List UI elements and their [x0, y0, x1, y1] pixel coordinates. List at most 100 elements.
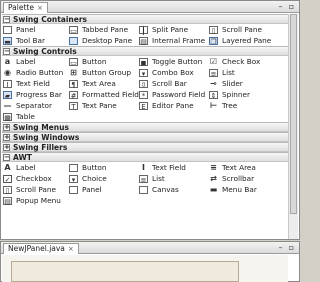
palette-item-label: Button	[82, 163, 107, 172]
palette-item-label: Label	[16, 57, 36, 66]
palette-item-list[interactable]: ≡ List	[209, 67, 279, 78]
palette-item-panel[interactable]: Panel	[69, 184, 139, 195]
design-canvas[interactable]	[2, 255, 288, 282]
palette-tab-close-icon[interactable]: ×	[37, 3, 43, 13]
palette-item-canvas[interactable]: Canvas	[139, 184, 209, 195]
category-header-awt[interactable]: − AWT	[2, 152, 289, 162]
category-header-swing-containers[interactable]: − Swing Containers	[2, 14, 289, 24]
palette-item-tool-bar[interactable]: ▬ Tool Bar	[3, 35, 69, 46]
scrollbar-thumb[interactable]	[290, 14, 297, 214]
split-pane-icon: ┃	[139, 25, 148, 35]
palette-item-text-area[interactable]: ≡ Text Area	[209, 162, 279, 173]
palette-item-menu-bar[interactable]: ▬ Menu Bar	[209, 184, 279, 195]
palette-item-scroll-pane[interactable]: ▯ Scroll Pane	[3, 184, 69, 195]
palette-item-text-area[interactable]: ¶ Text Area	[69, 78, 139, 89]
palette-tab-label: Palette	[8, 3, 34, 12]
category-label: Swing Menus	[13, 122, 69, 132]
palette-item-formatted-field[interactable]: # Formatted Field	[69, 89, 139, 100]
palette-item-tree[interactable]: ⊢ Tree	[209, 100, 279, 111]
palette-item-radio-button[interactable]: ◉ Radio Button	[3, 67, 69, 78]
palette-item-panel[interactable]: Panel	[3, 24, 69, 35]
palette-item-choice[interactable]: ▾ Choice	[69, 173, 139, 184]
palette-item-list[interactable]: ≡ List	[139, 173, 209, 184]
category-header-swing-menus[interactable]: + Swing Menus	[2, 122, 289, 132]
palette-item-label: Table	[16, 112, 35, 121]
toggle-button-icon: ◼	[139, 57, 148, 67]
internal-frame-icon: ▤	[139, 36, 148, 46]
palette-item-separator[interactable]: — Separator	[3, 100, 69, 111]
collapse-icon[interactable]: −	[3, 153, 10, 161]
palette-item-label: Progress Bar	[16, 90, 62, 99]
desktop-pane-icon	[69, 36, 78, 45]
editor-pane-icon: E	[139, 101, 148, 111]
radio-button-icon: ◉	[4, 67, 11, 77]
palette-item-text-field[interactable]: I Text Field	[139, 162, 209, 173]
palette-item-popup-menu[interactable]: ▤ Popup Menu	[3, 195, 69, 206]
editor-maximize-icon[interactable]: ▫	[287, 243, 296, 252]
category-header-swing-controls[interactable]: − Swing Controls	[2, 46, 289, 56]
palette-item-desktop-pane[interactable]: Desktop Pane	[69, 35, 139, 46]
palette-item-label: Separator	[16, 101, 53, 110]
awt-label-icon: A	[4, 162, 11, 172]
layered-pane-icon: ❐	[209, 36, 218, 46]
expand-icon[interactable]: +	[3, 133, 10, 141]
palette-content: − Swing Containers Panel ▭ Tabbed Pane ┃ Split…	[2, 14, 289, 239]
palette-item-combo-box[interactable]: ▾ Combo Box	[139, 67, 209, 78]
palette-item-label: Menu Bar	[222, 185, 257, 194]
editor-minimize-icon[interactable]: –	[276, 243, 285, 252]
palette-item-text-pane[interactable]: T Text Pane	[69, 100, 139, 111]
editor-tab[interactable]: NewJPanel.java ×	[3, 243, 79, 254]
palette-item-label[interactable]: a Label	[3, 56, 69, 67]
palette-item-slider[interactable]: ⊸ Slider	[209, 78, 279, 89]
category-items-awt: A Label Button I Text Field ≡ Text Area ✓ Checkb…	[2, 162, 289, 206]
palette-item-button-group[interactable]: ⊞ Button Group	[69, 67, 139, 78]
palette-item-password-field[interactable]: * Password Field	[139, 89, 209, 100]
category-header-swing-fillers[interactable]: + Swing Fillers	[2, 142, 289, 152]
collapse-icon[interactable]: −	[3, 15, 10, 23]
palette-item-split-pane[interactable]: ┃ Split Pane	[139, 24, 209, 35]
palette-item-label: Scroll Bar	[152, 79, 187, 88]
expand-icon[interactable]: +	[3, 123, 10, 131]
palette-item-label: Internal Frame	[152, 36, 206, 45]
palette-item-label: Formatted Field	[82, 90, 139, 99]
collapse-icon[interactable]: −	[3, 47, 10, 55]
palette-item-check-box[interactable]: ☑ Check Box	[209, 56, 279, 67]
palette-item-label: Split Pane	[152, 25, 189, 34]
palette-item-internal-frame[interactable]: ▤ Internal Frame	[139, 35, 209, 46]
palette-item-spinner[interactable]: ⇕ Spinner	[209, 89, 279, 100]
palette-item-scrollbar[interactable]: ⇄ Scrollbar	[209, 173, 279, 184]
palette-item-label: Text Field	[16, 79, 50, 88]
palette-item-table[interactable]: ▦ Table	[3, 111, 69, 122]
palette-item-label: Text Area	[222, 163, 256, 172]
palette-item-scroll-bar[interactable]: ⇳ Scroll Bar	[139, 78, 209, 89]
slider-icon: ⊸	[210, 78, 217, 88]
editor-tab-close-icon[interactable]: ×	[68, 244, 74, 254]
palette-item-scroll-pane[interactable]: ▯ Scroll Pane	[209, 24, 279, 35]
palette-item-layered-pane[interactable]: ❐ Layered Pane	[209, 35, 279, 46]
palette-item-label[interactable]: A Label	[3, 162, 69, 173]
palette-item-label: List	[152, 174, 165, 183]
awt-text-field-icon: I	[142, 162, 145, 172]
palette-item-text-field[interactable]: I Text Field	[3, 78, 69, 89]
scroll-bar-icon: ⇳	[139, 79, 148, 89]
palette-item-label: Slider	[222, 79, 243, 88]
category-header-swing-windows[interactable]: + Swing Windows	[2, 132, 289, 142]
palette-item-checkbox[interactable]: ✓ Checkbox	[3, 173, 69, 184]
minimize-icon[interactable]: –	[276, 2, 285, 11]
palette-item-progress-bar[interactable]: ▰ Progress Bar	[3, 89, 69, 100]
palette-item-toggle-button[interactable]: ◼ Toggle Button	[139, 56, 209, 67]
palette-item-button[interactable]: ▭ Button	[69, 56, 139, 67]
expand-icon[interactable]: +	[3, 143, 10, 151]
palette-item-label: Layered Pane	[222, 36, 272, 45]
palette-item-label: Button	[82, 57, 107, 66]
palette-item-button[interactable]: Button	[69, 162, 139, 173]
maximize-icon[interactable]: ▫	[287, 2, 296, 11]
palette-item-tabbed-pane[interactable]: ▭ Tabbed Pane	[69, 24, 139, 35]
jpanel-form[interactable]	[11, 261, 239, 282]
check-box-icon: ☑	[209, 56, 218, 66]
palette-vertical-scrollbar[interactable]	[288, 14, 298, 239]
button-group-icon: ⊞	[70, 67, 77, 77]
palette-item-label: Canvas	[152, 185, 179, 194]
palette-tab[interactable]: Palette ×	[3, 2, 48, 13]
palette-item-editor-pane[interactable]: E Editor Pane	[139, 100, 209, 111]
